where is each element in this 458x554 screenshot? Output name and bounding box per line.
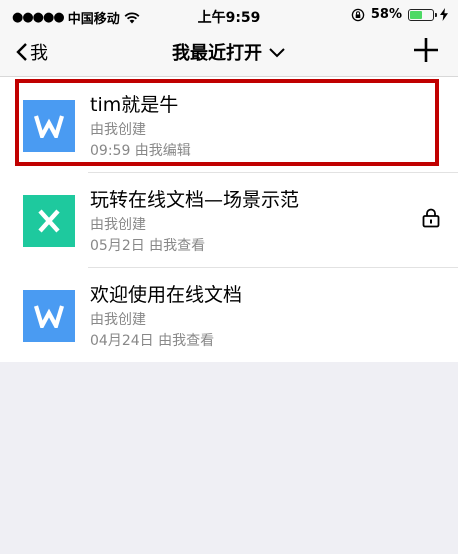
status-right: 58% [351,7,448,22]
battery-percent: 58% [370,7,402,22]
document-meta: 04月24日 由我查看 [90,333,215,349]
title-dropdown[interactable]: 我最近打开 [172,39,286,65]
charging-bolt-icon [440,8,448,21]
document-creator: 由我创建 [90,312,146,328]
document-title: 欢迎使用在线文档 [90,284,243,306]
document-creator: 由我创建 [90,122,146,138]
document-item[interactable]: 玩转在线文档—场景示范 由我创建 05月2日 由我查看 [0,172,458,267]
chevron-down-icon [269,48,285,58]
battery-icon [408,8,437,21]
word-document-icon [23,290,75,342]
document-meta: 05月2日 由我查看 [90,238,206,254]
excel-document-icon [23,195,75,247]
add-document-button[interactable] [412,36,440,64]
status-bar: ●●●●● 中国移动 上午9:59 58% [0,0,458,30]
word-document-icon [23,100,75,152]
document-title: tim就是牛 [90,94,179,116]
document-meta: 09:59 由我编辑 [90,143,191,159]
lock-icon [422,208,440,228]
document-item[interactable]: 欢迎使用在线文档 由我创建 04月24日 由我查看 [0,267,458,362]
navigation-bar: 我 我最近打开 [0,30,458,77]
document-item[interactable]: tim就是牛 由我创建 09:59 由我编辑 [0,77,458,172]
page-title: 我最近打开 [172,43,262,64]
document-creator: 由我创建 [90,217,146,233]
document-title: 玩转在线文档—场景示范 [90,189,300,211]
orientation-lock-icon [351,8,365,21]
document-list: tim就是牛 由我创建 09:59 由我编辑 玩转在线文档—场景示范 由我创建 … [0,77,458,362]
